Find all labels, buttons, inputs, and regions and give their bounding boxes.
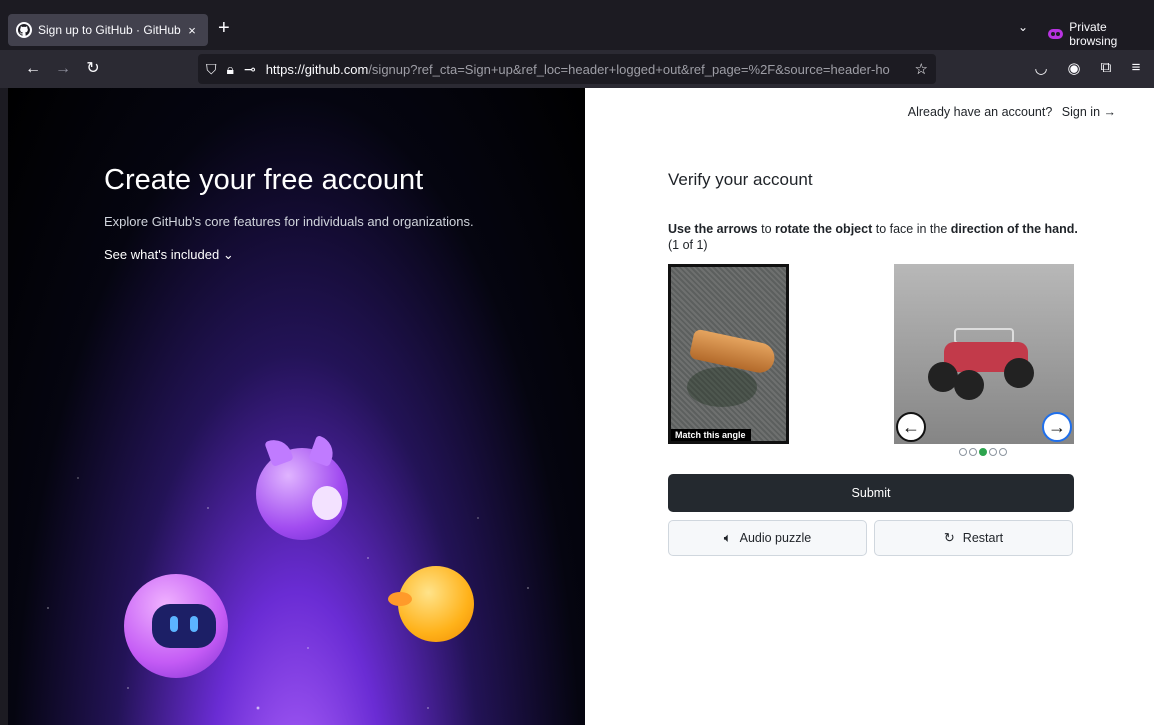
menu-icon[interactable]: ≡ [1126, 59, 1146, 76]
chevron-down-icon[interactable]: ⌄ [1018, 20, 1028, 34]
arrow-left-icon: ← [902, 416, 920, 437]
audio-puzzle-label: Audio puzzle [739, 531, 812, 545]
forward-icon[interactable]: → [52, 58, 74, 80]
rotate-left-button[interactable]: ← [896, 412, 926, 442]
star-icon[interactable]: ☆ [915, 60, 928, 78]
instruction-bold-3: direction of the hand. [950, 222, 1078, 236]
target-hand-image: Match this angle [668, 264, 789, 444]
sign-in-link[interactable]: Sign in → [1062, 105, 1116, 119]
arrow-right-icon: → [1048, 416, 1066, 437]
url-text[interactable]: https://github.com/signup?ref_cta=Sign+u… [266, 62, 907, 77]
carousel-dot [959, 448, 967, 456]
restart-icon: ↻ [943, 530, 955, 545]
instruction-bold-2: rotate the object [775, 222, 873, 236]
instruction-text-1: to [757, 222, 775, 236]
tab-title: Sign up to GitHub · GitHub [38, 23, 181, 37]
speaker-icon: 🔈︎ [723, 530, 732, 545]
verify-title: Verify your account [668, 170, 813, 189]
back-icon[interactable]: ← [22, 58, 44, 80]
audio-puzzle-button[interactable]: 🔈︎ Audio puzzle [668, 520, 867, 556]
navigation-bar: ← → ↻ ⛉ 🔒︎ ⊸ https://github.com/signup?r… [0, 50, 1154, 88]
private-browsing-indicator: Private browsing [1048, 20, 1154, 48]
signup-form-panel: Already have an account? Sign in → Verif… [585, 88, 1154, 725]
restart-button[interactable]: ↻ Restart [874, 520, 1073, 556]
restart-label: Restart [962, 531, 1004, 545]
rotate-right-button[interactable]: → [1042, 412, 1072, 442]
rotatable-object-image: ← → [894, 264, 1074, 444]
tab-bar: Sign up to GitHub · GitHub × + ⌄ Private… [0, 0, 1154, 50]
match-angle-label: Match this angle [671, 429, 751, 441]
lock-icon[interactable]: 🔒︎ [227, 61, 234, 78]
mona-mascot-image [256, 435, 348, 540]
puzzle-instructions: Use the arrows to rotate the object to f… [668, 221, 1078, 253]
shield-icon[interactable]: ⛉ [206, 61, 217, 78]
instruction-bold-1: Use the arrows [668, 222, 758, 236]
signin-prompt: Already have an account? Sign in → [908, 105, 1116, 119]
carousel-dot [989, 448, 997, 456]
see-whats-included-label: See what's included [104, 247, 220, 262]
private-browsing-label: Private browsing [1069, 20, 1118, 48]
account-icon[interactable]: ◉ [1064, 59, 1084, 77]
github-logo-icon [16, 22, 32, 38]
signin-prompt-text: Already have an account? [907, 105, 1053, 119]
carousel-dot-active [979, 448, 987, 456]
private-mask-icon [1048, 29, 1064, 39]
chevron-down-icon: ⌄ [222, 247, 234, 262]
instruction-text-2: to face in the [872, 222, 951, 236]
url-path: /signup?ref_cta=Sign+up&ref_loc=header+l… [368, 61, 890, 77]
carousel-dot [969, 448, 977, 456]
submit-button[interactable]: Submit [668, 474, 1074, 512]
carousel-indicator [959, 448, 1007, 456]
instruction-counter: (1 of 1) [668, 238, 708, 252]
close-tab-icon[interactable]: × [184, 23, 200, 38]
duck-mascot-image [388, 566, 474, 642]
copilot-robot-mascot-image [124, 574, 228, 678]
atv-image [924, 328, 1044, 400]
see-whats-included-link[interactable]: See what's included ⌄ [104, 247, 234, 263]
page-subheading: Explore GitHub's core features for indiv… [104, 214, 474, 229]
new-tab-button[interactable]: + [218, 18, 230, 38]
page-content: Create your free account Explore GitHub'… [8, 88, 1154, 725]
carousel-dot [999, 448, 1007, 456]
left-hero-panel: Create your free account Explore GitHub'… [8, 88, 585, 725]
browser-tab[interactable]: Sign up to GitHub · GitHub × [8, 14, 208, 46]
url-domain: https://github.com [265, 61, 369, 77]
key-icon[interactable]: ⊸ [244, 61, 256, 78]
pocket-icon[interactable]: ◡ [1031, 59, 1051, 77]
reload-icon[interactable]: ↻ [82, 58, 104, 80]
extensions-icon[interactable]: ⧉ [1096, 59, 1116, 76]
page-heading: Create your free account [104, 164, 424, 196]
url-bar[interactable]: ⛉ 🔒︎ ⊸ https://github.com/signup?ref_cta… [198, 54, 936, 84]
